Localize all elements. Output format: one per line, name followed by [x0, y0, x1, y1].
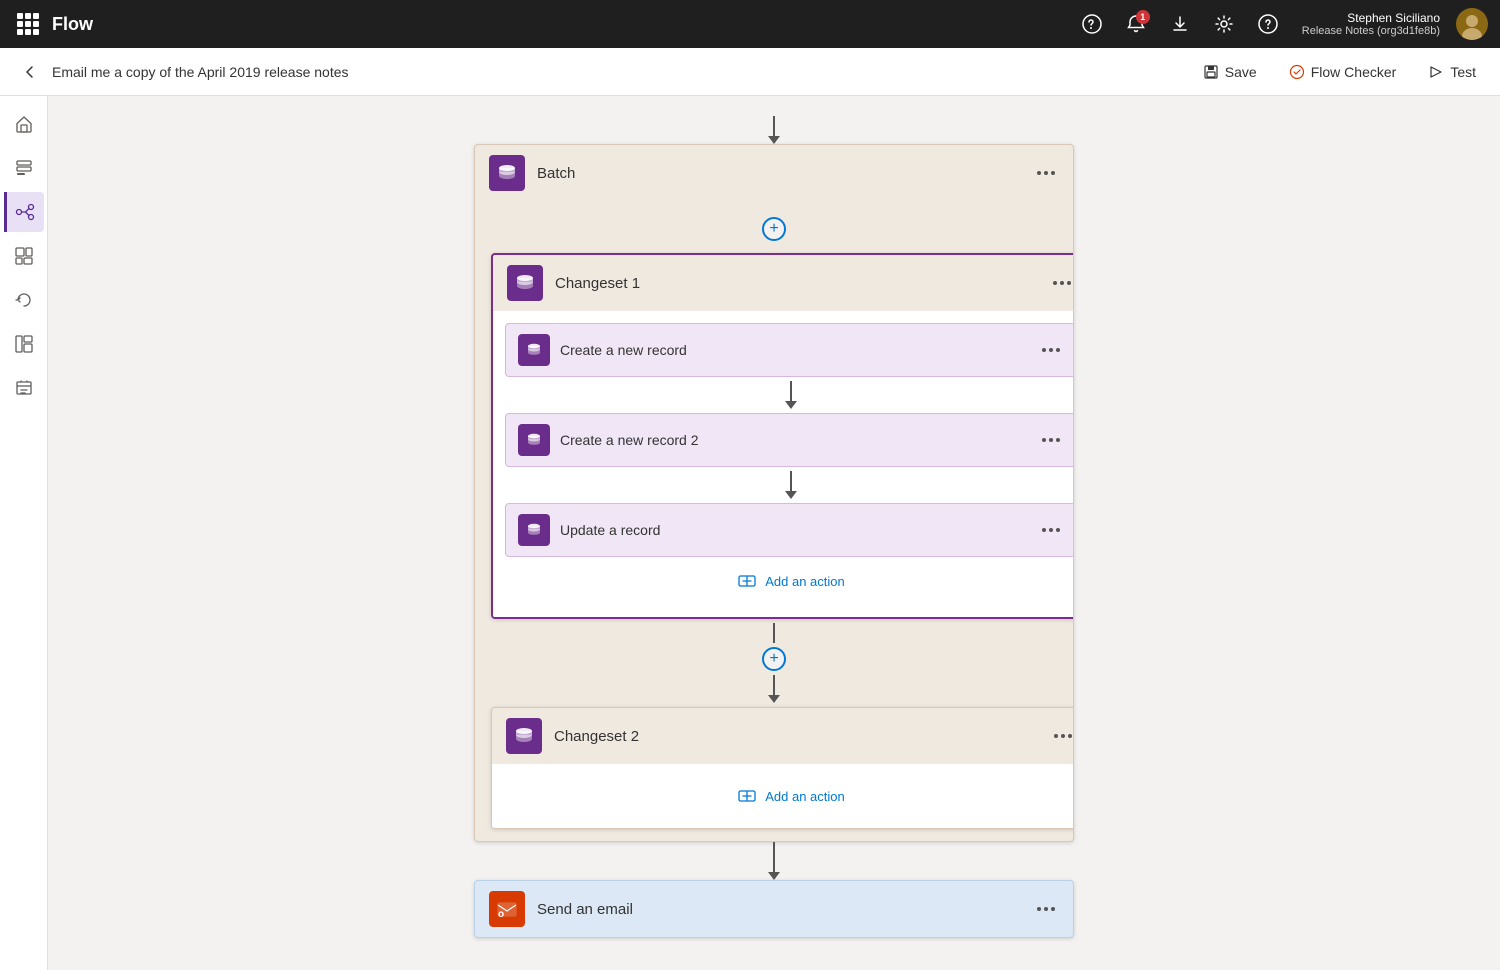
update-record-header: Update a record — [506, 504, 1074, 556]
changeset-1-body: Create a new record — [493, 311, 1074, 617]
test-label: Test — [1450, 64, 1476, 80]
send-email-more-button[interactable] — [1033, 903, 1059, 915]
sidebar-item-learn[interactable] — [4, 368, 44, 408]
create-record-1-icon — [518, 334, 550, 366]
create-record-1-more-button[interactable] — [1038, 344, 1064, 356]
changeset-1-title: Changeset 1 — [555, 275, 1037, 292]
waffle-menu[interactable] — [12, 8, 44, 40]
create-record-1-title: Create a new record — [560, 342, 1028, 358]
help-button[interactable] — [1250, 6, 1286, 42]
sidebar-item-data[interactable] — [4, 324, 44, 364]
update-record-more-button[interactable] — [1038, 524, 1064, 536]
test-button[interactable]: Test — [1420, 60, 1484, 84]
changeset-2-more-button[interactable] — [1050, 730, 1074, 742]
add-action-changeset-2-label: Add an action — [765, 789, 845, 804]
create-record-2-header: Create a new record 2 — [506, 414, 1074, 466]
add-action-changeset-2[interactable]: Add an action — [504, 772, 1074, 820]
create-record-1-card: Create a new record — [505, 323, 1074, 377]
svg-text:o: o — [498, 909, 504, 920]
create-record-2-icon — [518, 424, 550, 456]
bottom-connector — [768, 842, 780, 880]
user-info: Stephen Siciliano Release Notes (org3d1f… — [1302, 11, 1440, 37]
topbar: Flow 1 — [0, 0, 1500, 48]
changeset-1-header: Changeset 1 — [493, 255, 1074, 311]
batch-icon — [489, 155, 525, 191]
sidebar-item-approvals[interactable] — [4, 280, 44, 320]
inner-connector-2 — [505, 467, 1074, 503]
flow-title: Email me a copy of the April 2019 releas… — [52, 64, 1195, 80]
create-record-2-card: Create a new record 2 — [505, 413, 1074, 467]
notification-badge: 1 — [1136, 10, 1150, 24]
send-email-card: o Send an email — [474, 880, 1074, 938]
app-title: Flow — [52, 14, 93, 35]
changeset-2-icon — [506, 718, 542, 754]
send-email-title: Send an email — [537, 901, 1021, 918]
create-record-2-more-button[interactable] — [1038, 434, 1064, 446]
flow-container: Batch + — [464, 116, 1084, 950]
changeset-1-more-button[interactable] — [1049, 277, 1074, 289]
notifications-button[interactable]: 1 — [1118, 6, 1154, 42]
add-action-changeset-1-label: Add an action — [765, 574, 845, 589]
send-email-icon: o — [489, 891, 525, 927]
batch-body: + Changeset 1 — [475, 201, 1073, 841]
sidebar-item-templates[interactable] — [4, 236, 44, 276]
create-record-2-title: Create a new record 2 — [560, 432, 1028, 448]
batch-title: Batch — [537, 165, 1021, 182]
top-connector — [768, 116, 780, 144]
sidebar-item-home[interactable] — [4, 104, 44, 144]
create-record-1-header: Create a new record — [506, 324, 1074, 376]
sidebar-item-connections[interactable] — [4, 192, 44, 232]
add-changeset-1-button[interactable]: + — [762, 217, 786, 241]
sidebar — [0, 96, 48, 970]
main-layout: Batch + — [0, 96, 1500, 970]
update-record-icon — [518, 514, 550, 546]
flow-checker-label: Flow Checker — [1311, 64, 1397, 80]
save-label: Save — [1225, 64, 1257, 80]
add-between-changesets-button[interactable]: + — [762, 647, 786, 671]
changeset-2-title: Changeset 2 — [554, 728, 1038, 745]
batch-card-header: Batch — [475, 145, 1073, 201]
batch-card: Batch + — [474, 144, 1074, 842]
flow-canvas[interactable]: Batch + — [48, 96, 1500, 970]
flow-checker-button[interactable]: Flow Checker — [1281, 60, 1405, 84]
user-avatar[interactable] — [1456, 8, 1488, 40]
user-org: Release Notes (org3d1fe8b) — [1302, 25, 1440, 37]
changeset-1-icon — [507, 265, 543, 301]
user-name: Stephen Siciliano — [1347, 11, 1440, 25]
download-button[interactable] — [1162, 6, 1198, 42]
changeset-2-header: Changeset 2 — [492, 708, 1074, 764]
sidebar-item-flows[interactable] — [4, 148, 44, 188]
add-action-changeset-1[interactable]: Add an action — [505, 557, 1074, 605]
save-button[interactable]: Save — [1195, 60, 1265, 84]
changeset-2-card: Changeset 2 — [491, 707, 1074, 829]
send-email-header: o Send an email — [475, 881, 1073, 937]
back-button[interactable] — [16, 58, 44, 86]
batch-more-button[interactable] — [1033, 167, 1059, 179]
update-record-title: Update a record — [560, 522, 1028, 538]
feedback-button[interactable] — [1074, 6, 1110, 42]
settings-button[interactable] — [1206, 6, 1242, 42]
update-record-card: Update a record — [505, 503, 1074, 557]
subheader: Email me a copy of the April 2019 releas… — [0, 48, 1500, 96]
inner-connector-1 — [505, 377, 1074, 413]
changeset-1-card: Changeset 1 — [491, 253, 1074, 619]
